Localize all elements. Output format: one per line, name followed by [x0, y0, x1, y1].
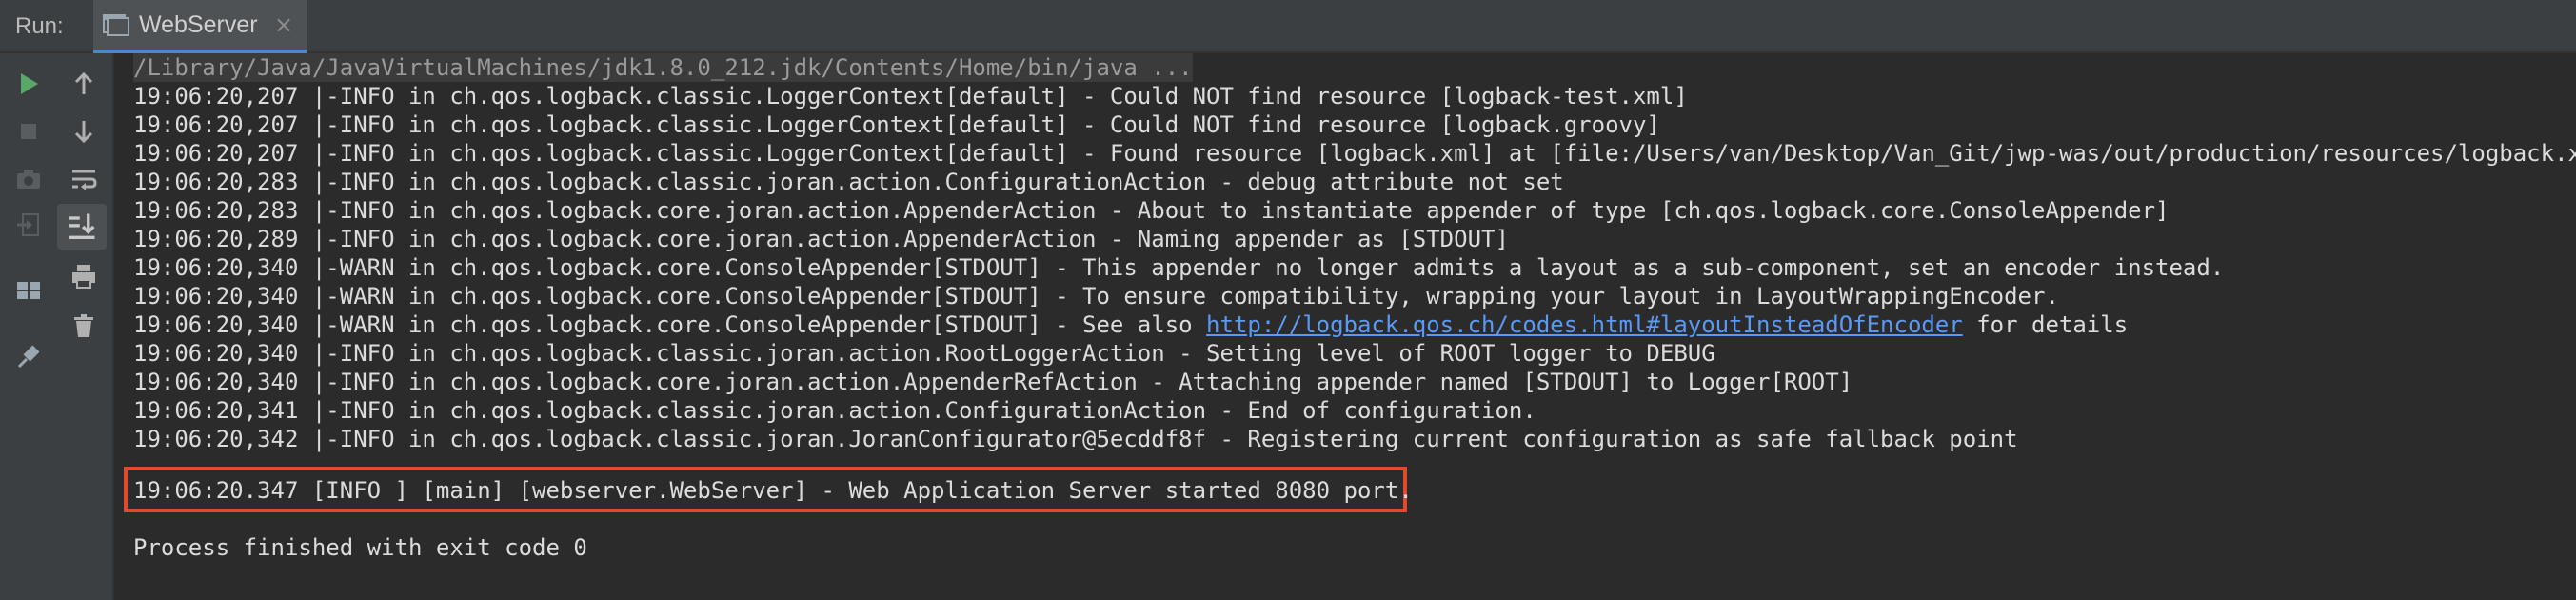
close-icon[interactable]: ×	[274, 11, 293, 38]
log-line: 19:06:20,207 |-INFO in ch.qos.logback.cl…	[133, 83, 1688, 110]
log-line: 19:06:20,207 |-INFO in ch.qos.logback.cl…	[133, 140, 2576, 167]
down-arrow-icon[interactable]	[63, 110, 105, 152]
server-started-line: 19:06:20.347 [INFO ] [main] [webserver.W…	[133, 477, 1413, 504]
layout-icon[interactable]	[8, 269, 50, 310]
log-line: 19:06:20,341 |-INFO in ch.qos.logback.cl…	[133, 397, 1536, 424]
stop-icon[interactable]	[8, 110, 50, 152]
run-label: Run:	[15, 13, 64, 39]
log-line: 19:06:20,340 |-INFO in ch.qos.logback.cl…	[133, 340, 1715, 367]
soft-wrap-icon[interactable]	[63, 158, 105, 200]
log-line: 19:06:20,342 |-INFO in ch.qos.logback.cl…	[133, 426, 2018, 452]
scroll-to-end-icon[interactable]	[57, 204, 107, 250]
log-line-with-link: 19:06:20,340 |-WARN in ch.qos.logback.co…	[133, 310, 2128, 339]
camera-icon[interactable]	[8, 158, 50, 200]
exit-code-line: Process finished with exit code 0	[133, 534, 587, 561]
run-tool-window-header: Run: WebServer ×	[0, 0, 2576, 53]
pin-icon[interactable]	[8, 335, 50, 377]
log-line: 19:06:20,340 |-WARN in ch.qos.logback.co…	[133, 283, 2059, 310]
tab-webserver[interactable]: WebServer ×	[93, 0, 307, 53]
layout-instead-of-encoder-link[interactable]: http://logback.qos.ch/codes.html#layoutI…	[1206, 311, 1963, 338]
rerun-icon[interactable]	[8, 63, 50, 105]
trash-icon[interactable]	[63, 305, 105, 347]
log-line-prefix: 19:06:20,340 |-WARN in ch.qos.logback.co…	[133, 311, 1207, 338]
log-line: 19:06:20,283 |-INFO in ch.qos.logback.co…	[133, 197, 2170, 224]
command-line: /Library/Java/JavaVirtualMachines/jdk1.8…	[133, 53, 1193, 82]
up-arrow-icon[interactable]	[63, 63, 105, 105]
console-icon	[103, 14, 129, 36]
log-line-suffix: for details	[1962, 311, 2129, 338]
import-icon[interactable]	[8, 204, 50, 246]
log-line: 19:06:20,207 |-INFO in ch.qos.logback.cl…	[133, 111, 1660, 138]
tab-title: WebServer	[139, 11, 258, 38]
print-icon[interactable]	[63, 255, 105, 297]
run-toolbar	[0, 53, 114, 600]
console-output[interactable]: /Library/Java/JavaVirtualMachines/jdk1.8…	[114, 53, 2576, 600]
log-line: 19:06:20,340 |-INFO in ch.qos.logback.co…	[133, 369, 1853, 395]
log-line: 19:06:20,289 |-INFO in ch.qos.logback.co…	[133, 226, 1509, 252]
log-line: 19:06:20,340 |-WARN in ch.qos.logback.co…	[133, 254, 2225, 281]
log-line: 19:06:20,283 |-INFO in ch.qos.logback.cl…	[133, 169, 1564, 195]
